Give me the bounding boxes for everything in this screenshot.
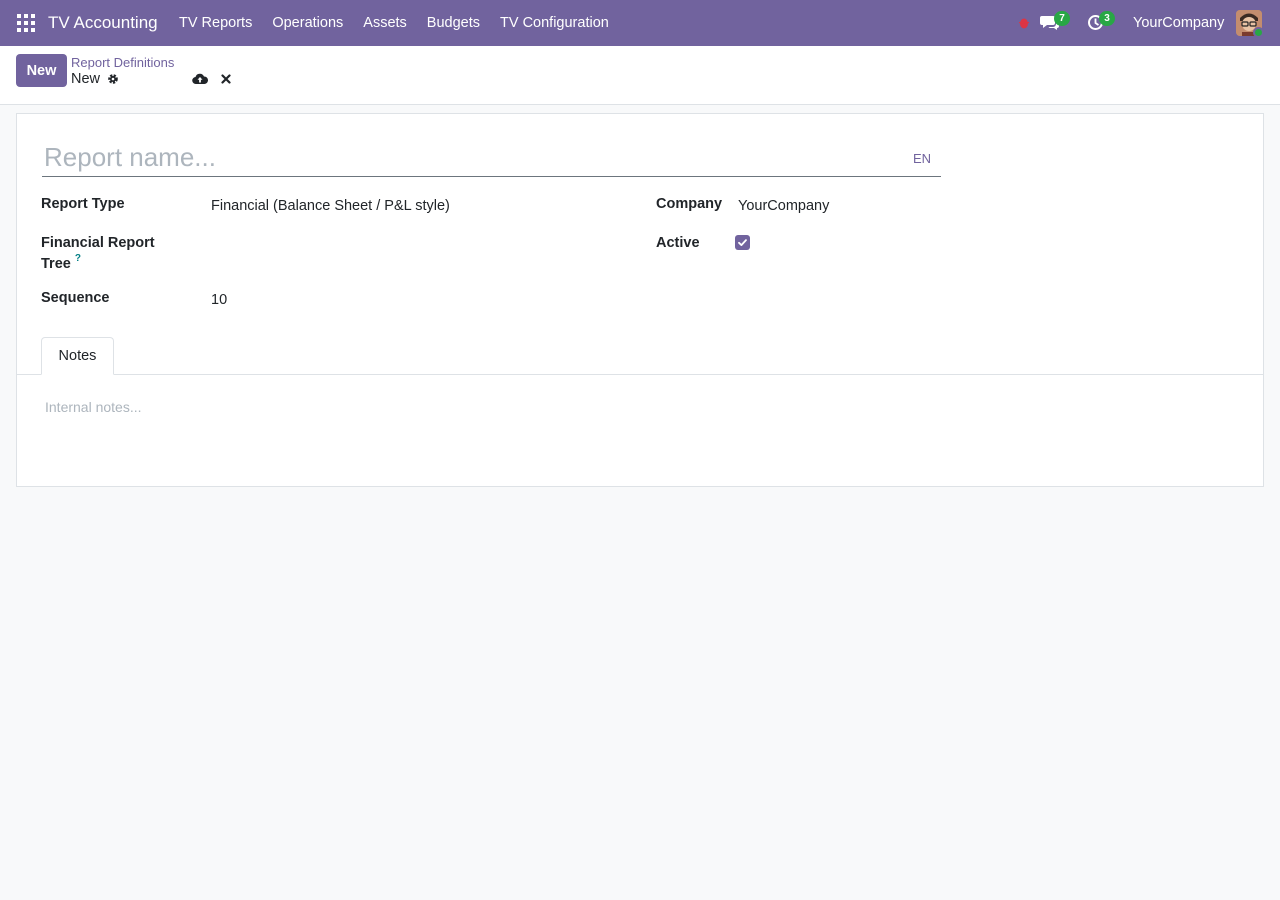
online-status-dot [1253, 27, 1264, 38]
menu-item-tv-reports[interactable]: TV Reports [179, 15, 252, 31]
menu-item-assets[interactable]: Assets [363, 15, 407, 31]
sequence-input[interactable]: 10 [211, 292, 227, 308]
app-menu-icon[interactable] [17, 14, 35, 32]
financial-report-tree-label-line1: Financial Report [41, 235, 155, 251]
new-record-button[interactable]: New [16, 54, 67, 87]
checkmark-icon [738, 239, 747, 246]
active-checkbox[interactable] [735, 235, 750, 250]
translate-language-button[interactable]: EN [913, 151, 931, 166]
notebook-tab-divider [17, 374, 1263, 375]
app-name[interactable]: TV Accounting [48, 13, 158, 33]
report-name-field: EN [42, 139, 941, 177]
report-type-label: Report Type [41, 196, 125, 212]
menu-item-operations[interactable]: Operations [272, 15, 343, 31]
debug-bug-icon[interactable] [1018, 16, 1030, 29]
gear-icon[interactable] [107, 73, 119, 85]
report-type-select[interactable]: Financial (Balance Sheet / P&L style) [211, 198, 450, 214]
sequence-label: Sequence [41, 290, 110, 306]
top-navbar: TV Accounting TV Reports Operations Asse… [0, 0, 1280, 46]
tab-notes[interactable]: Notes [41, 337, 114, 375]
financial-report-tree-label: Financial Report [41, 235, 155, 251]
financial-report-tree-label-line2: Tree [41, 256, 71, 272]
internal-notes-input[interactable] [45, 395, 1235, 419]
menu-item-tv-configuration[interactable]: TV Configuration [500, 15, 609, 31]
company-label: Company [656, 196, 723, 212]
activity-count-badge: 3 [1099, 11, 1115, 26]
chat-count-badge: 7 [1054, 11, 1070, 26]
form-sheet: EN Report Type Financial (Balance Sheet … [16, 113, 1264, 487]
help-tooltip-icon[interactable]: ? [75, 253, 81, 264]
cloud-upload-icon[interactable] [192, 72, 208, 86]
discard-close-icon[interactable] [221, 74, 231, 84]
report-name-input[interactable] [42, 139, 892, 176]
control-panel: New Report Definitions New [0, 46, 1280, 105]
company-select[interactable]: YourCompany [738, 198, 829, 214]
financial-report-tree-label-2: Tree? [41, 253, 81, 272]
menu-item-budgets[interactable]: Budgets [427, 15, 480, 31]
record-title: New [71, 71, 101, 87]
company-switcher[interactable]: YourCompany [1133, 15, 1224, 31]
active-label: Active [656, 235, 700, 251]
breadcrumb-report-definitions[interactable]: Report Definitions [71, 55, 174, 70]
main-menu: TV Reports Operations Assets Budgets TV … [179, 15, 629, 31]
